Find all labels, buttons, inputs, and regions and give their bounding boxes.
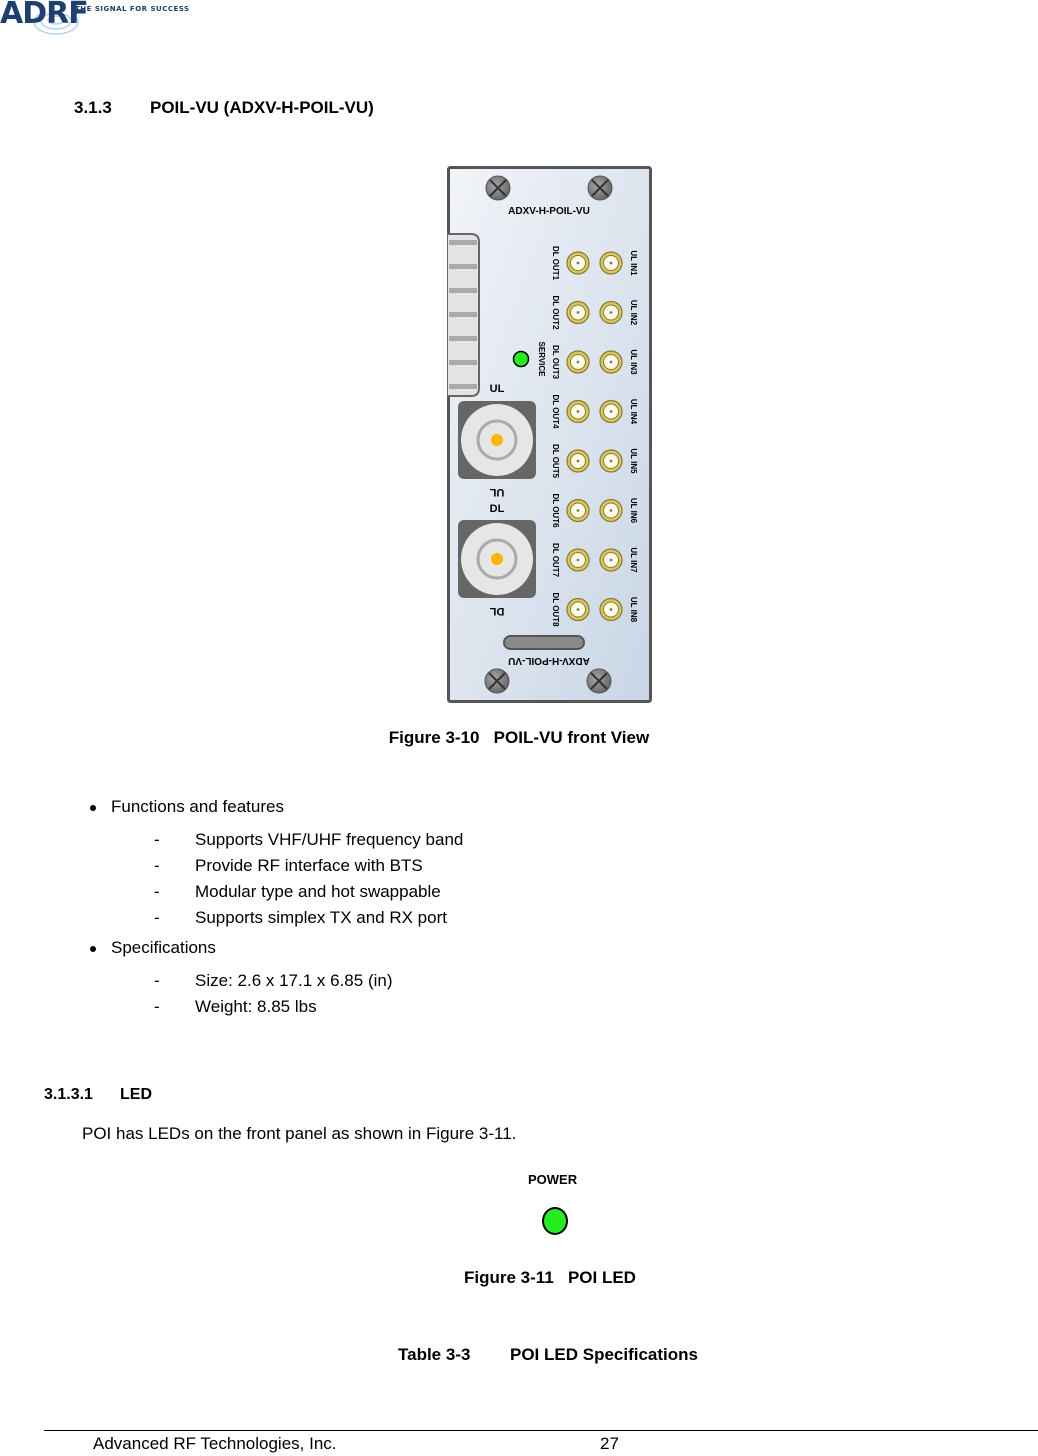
dash: - (154, 908, 160, 927)
bullet-icon (90, 805, 96, 811)
footer-company: Advanced RF Technologies, Inc. (93, 1434, 337, 1453)
ul-in-port-connector (599, 350, 623, 374)
dl-out-port-connector (566, 597, 590, 622)
subsection-heading: 3.1.3.1 LED (44, 1086, 152, 1104)
ul-in-port-connector (599, 597, 623, 622)
feature-item: Supports VHF/UHF frequency band (195, 830, 464, 849)
dl-out-port-label: DL OUT4 (551, 394, 560, 429)
screw-icon (587, 175, 613, 201)
dl-n-connector (458, 520, 536, 598)
ul-n-connector (458, 401, 536, 479)
section-title: POIL-VU (ADXV-H-POIL-VU) (150, 98, 374, 117)
dl-out-port-connector (566, 350, 590, 374)
ul-in-port-connector (599, 300, 623, 325)
ul-in-port-label: UL IN5 (629, 448, 638, 474)
dl-out-port-label: DL OUT3 (551, 345, 560, 380)
ul-in-port-label: UL IN2 (629, 300, 638, 326)
dl-out-port-label: DL OUT6 (551, 493, 560, 528)
dl-out-port-connector (566, 548, 590, 572)
table-caption: POI LED Specifications (510, 1345, 698, 1364)
dl-out-port-label: DL OUT2 (551, 295, 560, 330)
dl-out-port-label: DL OUT7 (551, 543, 560, 578)
table-title: Table 3-3 POI LED Specifications (398, 1345, 698, 1365)
figure-3-10-caption: Figure 3-10 POIL-VU front View (0, 728, 1038, 748)
dash: - (154, 971, 160, 990)
caption-number: Figure 3-10 (388, 728, 480, 747)
poil-vu-front-panel-figure: ADXV-H-POIL-VU ADXV-H-POIL-VU UL UL DL D… (446, 166, 652, 703)
subsection-title: LED (120, 1086, 152, 1103)
feature-item: Supports simplex TX and RX port (195, 908, 447, 927)
ul-in-port-label: UL IN8 (629, 597, 638, 623)
led-paragraph: POI has LEDs on the front panel as shown… (82, 1124, 517, 1143)
section-number: 3.1.3 (74, 98, 112, 117)
logo-tagline: THE SIGNAL FOR SUCCESS (75, 5, 190, 13)
ul-in-port-connector (599, 251, 623, 275)
specifications-heading: Specifications (111, 938, 216, 957)
feature-item: Provide RF interface with BTS (195, 856, 423, 875)
ul-in-port-connector (599, 449, 623, 473)
pull-bar (503, 635, 585, 650)
bullet-icon (90, 946, 96, 952)
dl-out-port-label: DL OUT5 (551, 444, 560, 479)
ul-in-port-connector (599, 548, 623, 572)
ul-in-port-label: UL IN7 (629, 547, 638, 573)
dl-out-port-connector (566, 449, 590, 473)
dl-out-port-connector (566, 498, 590, 523)
dl-out-port-label: DL OUT8 (551, 592, 560, 627)
service-led-icon (512, 350, 530, 368)
table-number: Table 3-3 (398, 1345, 471, 1364)
dl-out-port-connector (566, 399, 590, 424)
ul-label-flipped: UL (489, 486, 504, 498)
dash: - (154, 856, 160, 875)
dash: - (154, 830, 160, 849)
screw-icon (484, 668, 510, 694)
dl-out-port-label: DL OUT1 (551, 246, 560, 281)
ul-in-port-label: UL IN1 (629, 250, 638, 276)
feature-item: Modular type and hot swappable (195, 882, 441, 901)
ul-in-port-connector (599, 399, 623, 424)
subsection-number: 3.1.3.1 (44, 1086, 93, 1103)
ul-in-port-label: UL IN3 (629, 349, 638, 375)
caption-number: Figure 3-11 (464, 1268, 554, 1287)
dl-out-port-connector (566, 300, 590, 325)
dl-out-port-connector (566, 251, 590, 275)
panel-model-label-flipped: ADXV-H-POIL-VU (508, 655, 590, 666)
grip-handle (446, 233, 480, 397)
spec-item: Size: 2.6 x 17.1 x 6.85 (in) (195, 971, 393, 990)
service-led-label: SERVICE (537, 342, 546, 378)
features-heading: Functions and features (111, 797, 284, 816)
caption-title: POIL-VU front View (493, 728, 650, 747)
caption-title: POI LED (567, 1268, 636, 1287)
power-led-label: POWER (528, 1172, 578, 1187)
ul-in-port-connector (599, 498, 623, 523)
ul-in-port-label: UL IN6 (629, 498, 638, 524)
figure-3-11-caption: Figure 3-11 POI LED (0, 1268, 1038, 1288)
screw-icon (485, 175, 511, 201)
footer-divider (44, 1430, 1038, 1431)
spec-item: Weight: 8.85 lbs (195, 997, 317, 1016)
page-number: 27 (600, 1434, 619, 1453)
front-panel-drawing: ADXV-H-POIL-VU ADXV-H-POIL-VU UL UL DL D… (446, 166, 652, 703)
section-heading: 3.1.3 POIL-VU (ADXV-H-POIL-VU) (74, 98, 374, 118)
dl-label: DL (490, 503, 505, 515)
panel-model-label: ADXV-H-POIL-VU (508, 206, 590, 217)
power-led-icon (542, 1207, 568, 1235)
screw-icon (586, 668, 612, 694)
dl-label-flipped: DL (489, 605, 504, 617)
dash: - (154, 882, 160, 901)
ul-label: UL (490, 383, 505, 395)
dash: - (154, 997, 160, 1016)
company-logo: ADRF THE SIGNAL FOR SUCCESS (0, 0, 200, 40)
ul-in-port-label: UL IN4 (629, 399, 638, 425)
